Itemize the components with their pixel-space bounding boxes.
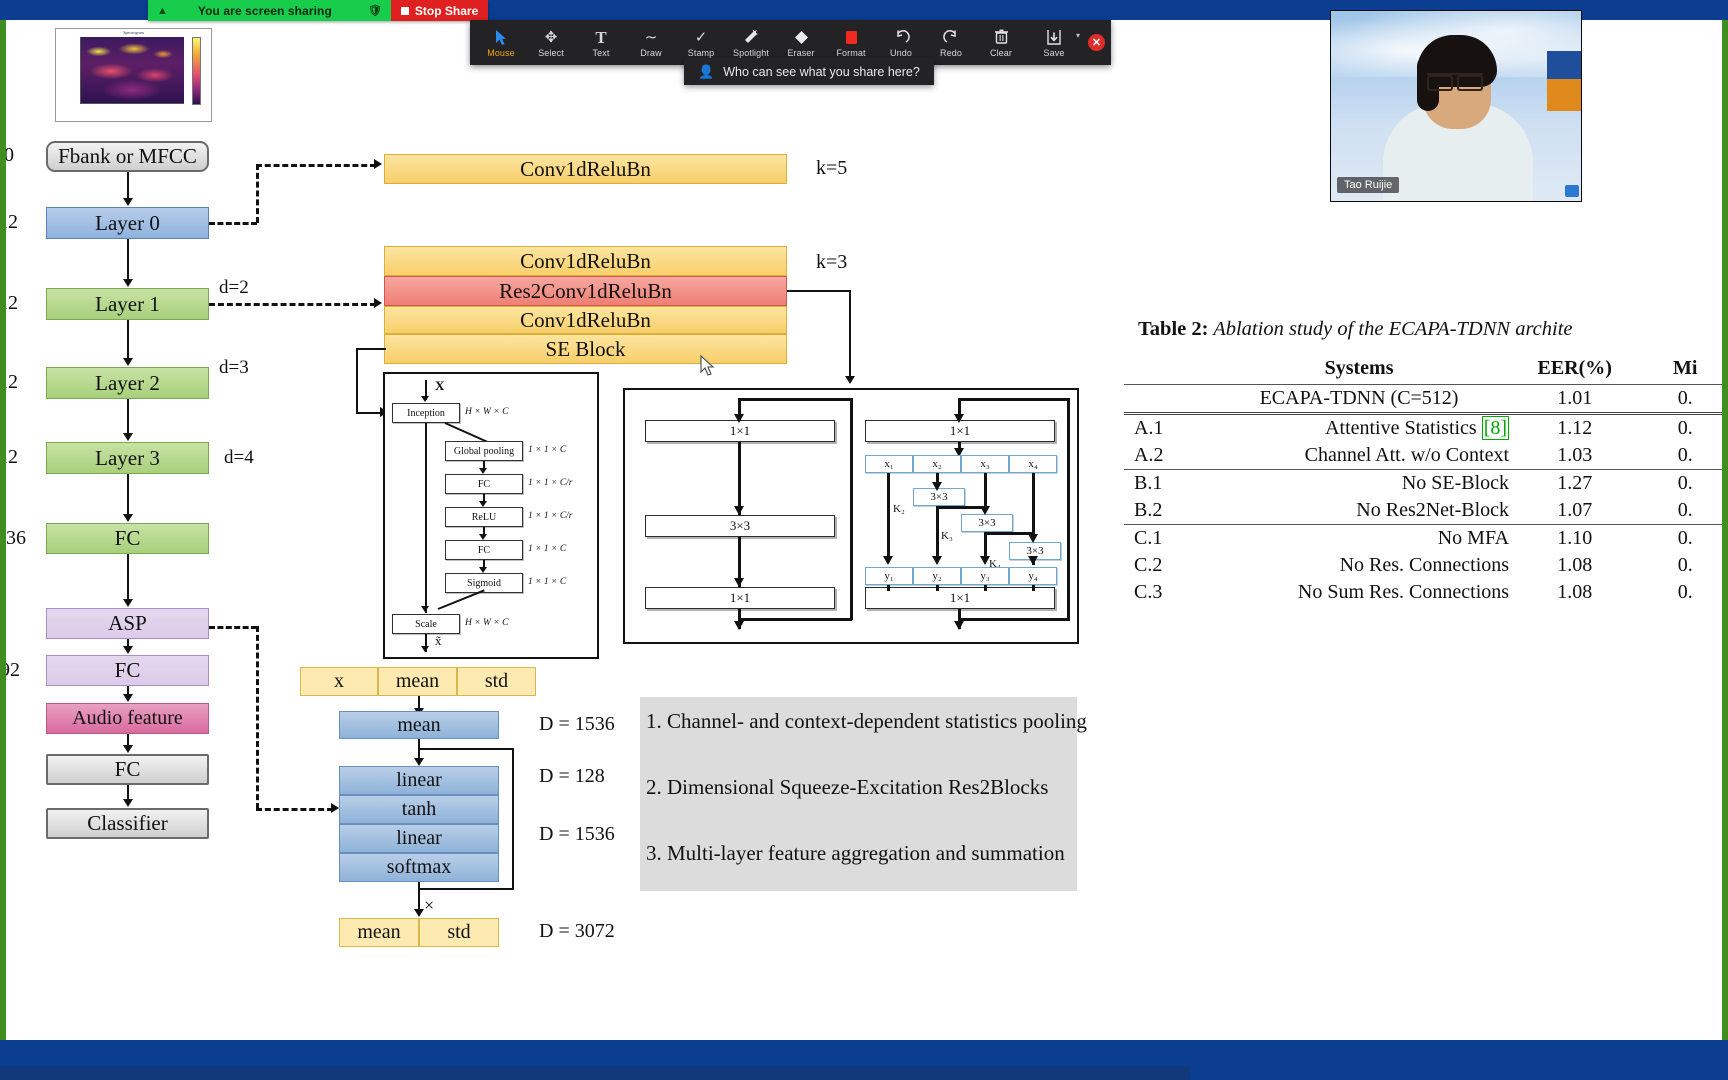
- tool-label: Save: [1043, 48, 1065, 58]
- tool-save[interactable]: ▾ Save: [1026, 20, 1082, 65]
- zoom-bottom-band: [0, 1040, 1728, 1080]
- tool-label: Eraser: [787, 48, 815, 58]
- stop-share-button[interactable]: Stop Share: [390, 0, 489, 21]
- tool-label: Text: [592, 48, 610, 58]
- who-can-see-tooltip[interactable]: 👤 Who can see what you share here?: [684, 58, 934, 85]
- tool-label: Undo: [890, 48, 912, 58]
- text-t-icon: T: [595, 27, 607, 47]
- undo-arrow-icon: [893, 27, 910, 47]
- stop-square-icon: [400, 6, 409, 15]
- tool-clear[interactable]: Clear: [976, 20, 1026, 65]
- spotlight-wand-icon: [743, 27, 759, 47]
- tool-label: Redo: [940, 48, 962, 58]
- tool-label: Stamp: [687, 48, 715, 58]
- trash-can-icon: [994, 27, 1009, 47]
- tool-label: Spotlight: [733, 48, 769, 58]
- close-icon[interactable]: ✕: [1088, 34, 1105, 51]
- tool-label: Mouse: [487, 48, 515, 58]
- tool-label: Draw: [640, 48, 662, 58]
- who-can-see-text: Who can see what you share here?: [723, 64, 920, 79]
- screen-sharing-banner: ▲ You are screen sharing 🛡 Stop Share: [148, 0, 489, 21]
- participant-video-thumbnail[interactable]: Tao Ruijie: [1330, 10, 1582, 202]
- chevron-down-icon[interactable]: ▾: [1076, 31, 1080, 40]
- participant-name-label: Tao Ruijie: [1337, 177, 1400, 193]
- video-control-button[interactable]: [1565, 185, 1579, 197]
- tool-label: Clear: [989, 48, 1012, 58]
- tool-mouse[interactable]: Mouse: [476, 20, 526, 65]
- move-arrows-icon: ✥: [544, 28, 558, 46]
- overlay-logo-blue: [1547, 51, 1581, 79]
- eraser-diamond-icon: [794, 27, 809, 47]
- checkmark-icon: ✓: [694, 28, 708, 46]
- squiggle-icon: ∼: [644, 28, 658, 46]
- format-color-swatch-icon: [844, 27, 859, 47]
- tool-label: Format: [836, 48, 866, 58]
- cursor-arrow-icon: [495, 27, 508, 47]
- share-screen-icon: ▲: [157, 4, 168, 17]
- tool-label: Select: [538, 48, 564, 58]
- glasses-icon: [1427, 73, 1483, 91]
- stop-share-label: Stop Share: [414, 3, 479, 18]
- sharing-status-segment: ▲ You are screen sharing 🛡: [148, 0, 391, 21]
- person-privacy-icon: 👤: [698, 63, 715, 79]
- tool-select[interactable]: ✥ Select: [526, 20, 576, 65]
- sharing-status-text: You are screen sharing: [197, 3, 332, 18]
- tool-text[interactable]: T Text: [576, 20, 626, 65]
- shield-icon: 🛡: [367, 5, 382, 17]
- redo-arrow-icon: [942, 27, 960, 47]
- save-download-icon: [1046, 27, 1062, 47]
- tool-draw[interactable]: ∼ Draw: [626, 20, 676, 65]
- taskbar-strip: [0, 1066, 1190, 1080]
